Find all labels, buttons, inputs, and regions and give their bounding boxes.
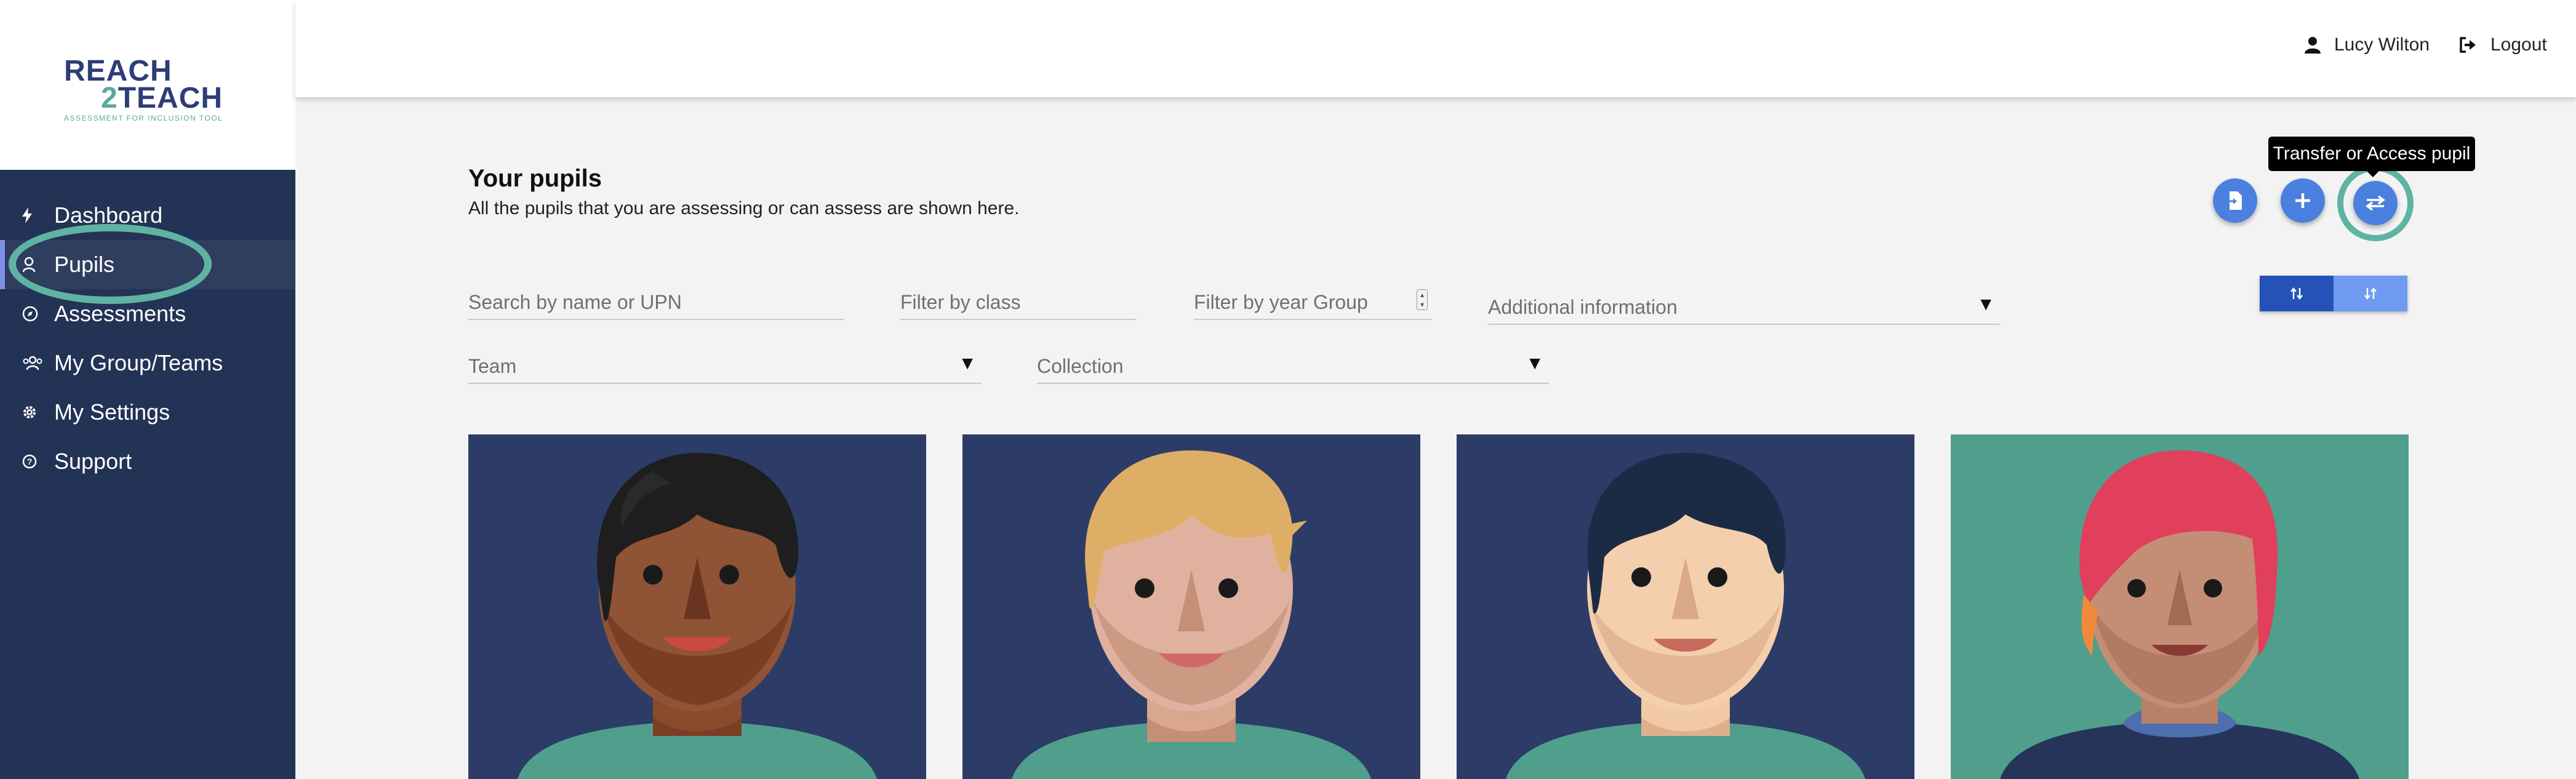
compass-icon bbox=[22, 306, 54, 322]
team-select[interactable]: Team ▼ bbox=[468, 336, 982, 384]
pupil-avatar bbox=[468, 434, 926, 779]
svg-text:?: ? bbox=[27, 457, 33, 466]
user-icon bbox=[2305, 36, 2321, 54]
sort-toggle-group bbox=[2260, 276, 2407, 311]
import-file-icon bbox=[2226, 190, 2244, 211]
sidebar-item-label: My Settings bbox=[54, 399, 170, 425]
sidebar-item-groups[interactable]: My Group/Teams bbox=[0, 338, 295, 388]
user-name: Lucy Wilton bbox=[2334, 34, 2430, 55]
sidebar-item-label: Support bbox=[54, 449, 132, 474]
gear-icon bbox=[22, 405, 54, 420]
group-icon bbox=[22, 356, 54, 370]
collection-select[interactable]: Collection ▼ bbox=[1037, 336, 1549, 384]
dropdown-caret-icon: ▼ bbox=[1526, 353, 1544, 374]
sidebar-item-label: My Group/Teams bbox=[54, 350, 223, 375]
page-subtitle: All the pupils that you are assessing or… bbox=[468, 198, 1020, 218]
logo-text-line2: 2TEACH bbox=[101, 82, 223, 114]
help-icon: ? bbox=[22, 454, 54, 469]
pupil-avatar bbox=[1457, 434, 1914, 779]
plus-icon bbox=[2294, 192, 2311, 209]
logo-tagline: ASSESSMENT FOR INCLUSION TOOL bbox=[64, 114, 223, 122]
additional-information-select[interactable]: Additional information ▼ bbox=[1488, 276, 2000, 325]
reach2teach-logo[interactable]: REACH 2TEACH ASSESSMENT FOR INCLUSION TO… bbox=[64, 57, 230, 126]
add-pupil-button[interactable] bbox=[2281, 178, 2325, 223]
logout-button[interactable]: Logout bbox=[2458, 34, 2547, 55]
pupil-card[interactable] bbox=[962, 434, 1420, 779]
sort-descending-button[interactable] bbox=[2334, 276, 2407, 311]
dropdown-caret-icon: ▼ bbox=[958, 353, 977, 374]
pupil-avatar bbox=[962, 434, 1420, 779]
sidebar: REACH 2TEACH ASSESSMENT FOR INCLUSION TO… bbox=[0, 0, 295, 779]
user-menu[interactable]: Lucy Wilton bbox=[2305, 34, 2430, 55]
highlight-circle-pupils bbox=[9, 224, 212, 304]
sidebar-item-settings[interactable]: My Settings bbox=[0, 388, 295, 437]
transfer-arrows-icon bbox=[2365, 194, 2386, 212]
class-filter-input[interactable]: Filter by class bbox=[900, 276, 1137, 320]
page-title: Your pupils bbox=[468, 165, 602, 192]
pupil-card[interactable] bbox=[468, 434, 926, 779]
pupil-card[interactable] bbox=[1457, 434, 1914, 779]
top-bar bbox=[295, 0, 2576, 97]
sort-ascending-button[interactable] bbox=[2260, 276, 2334, 311]
sidebar-item-support[interactable]: ? Support bbox=[0, 437, 295, 486]
pupil-avatar bbox=[1951, 434, 2409, 779]
search-input[interactable]: Search by name or UPN bbox=[468, 276, 844, 320]
sort-descending-icon bbox=[2364, 287, 2377, 300]
import-button[interactable] bbox=[2213, 178, 2257, 223]
sort-ascending-icon bbox=[2290, 287, 2303, 300]
transfer-pupil-button[interactable] bbox=[2353, 181, 2398, 225]
sidebar-item-label: Assessments bbox=[54, 301, 186, 326]
year-group-filter-input[interactable]: Filter by year Group ▴ ▾ bbox=[1194, 276, 1431, 320]
bolt-icon bbox=[22, 207, 54, 223]
logo-area: REACH 2TEACH ASSESSMENT FOR INCLUSION TO… bbox=[0, 0, 295, 170]
number-spinner-icon[interactable]: ▴ ▾ bbox=[1417, 289, 1428, 310]
logout-icon bbox=[2458, 36, 2477, 54]
transfer-tooltip: Transfer or Access pupil bbox=[2268, 137, 2475, 177]
logout-label: Logout bbox=[2490, 34, 2547, 55]
dropdown-caret-icon: ▼ bbox=[1977, 294, 1995, 314]
pupil-card[interactable] bbox=[1951, 434, 2409, 779]
